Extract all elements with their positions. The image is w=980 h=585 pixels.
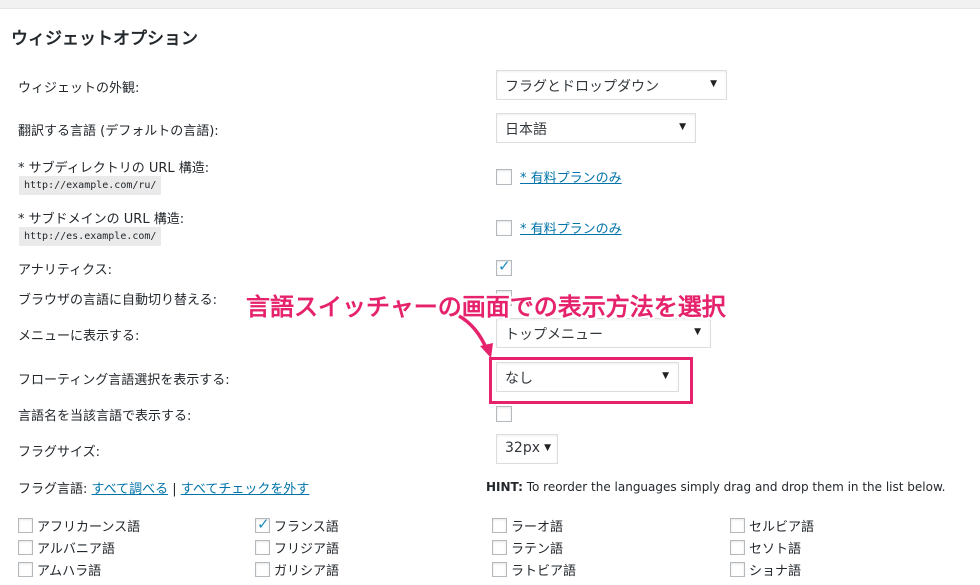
show-in-menu-select[interactable]: トップメニュー ▼: [496, 318, 711, 348]
subdirectory-example: http://example.com/ru/: [19, 176, 162, 195]
language-item[interactable]: ラテン語: [492, 538, 563, 557]
language-name: ラーオ語: [511, 520, 564, 535]
chevron-down-icon: ▼: [544, 443, 551, 453]
language-item[interactable]: アフリカーンス語: [18, 516, 140, 535]
language-item[interactable]: ✓ フランス語: [255, 515, 339, 535]
paid-plan-link-subdomain[interactable]: * 有料プランのみ: [520, 218, 622, 237]
top-bar: [0, 0, 980, 9]
language-checkbox[interactable]: [492, 562, 507, 577]
show-in-menu-select-value: トップメニュー: [505, 327, 603, 343]
subdomain-checkbox[interactable]: [496, 220, 512, 236]
language-name: ラテン語: [511, 542, 564, 557]
flag-languages-label: フラグ言語:: [18, 482, 88, 497]
chevron-down-icon: ▼: [694, 327, 701, 337]
appearance-select-value: フラグとドロップダウン: [505, 79, 659, 95]
checkmark-icon: ✓: [498, 257, 511, 275]
default-language-select[interactable]: 日本語 ▼: [496, 113, 696, 143]
language-name: ショナ語: [749, 564, 802, 579]
language-item[interactable]: セルビア語: [730, 516, 814, 535]
subdomain-label: * サブドメインの URL 構造:: [18, 212, 185, 227]
flag-size-select-value: 32px: [505, 440, 540, 456]
link-separator: |: [172, 482, 177, 497]
auto-switch-label: ブラウザの言語に自動切り替える:: [18, 293, 217, 308]
language-item[interactable]: アムハラ語: [18, 560, 101, 579]
language-name: アムハラ語: [37, 564, 102, 579]
subdirectory-label: * サブディレクトリの URL 構造:: [18, 161, 210, 176]
appearance-label: ウィジェットの外観:: [18, 81, 140, 96]
flag-size-select[interactable]: 32px ▼: [496, 434, 558, 464]
chevron-down-icon: ▼: [679, 122, 686, 132]
language-item[interactable]: フリジア語: [255, 538, 339, 557]
language-checkbox[interactable]: [492, 518, 507, 533]
language-checkbox[interactable]: [18, 518, 33, 533]
section-title: ウィジェットオプション: [11, 29, 198, 49]
show-in-menu-label: メニューに表示する:: [18, 329, 140, 344]
language-checkbox[interactable]: [492, 540, 507, 555]
native-names-checkbox[interactable]: [496, 406, 512, 422]
language-item[interactable]: ガリシア語: [255, 560, 339, 579]
language-item[interactable]: ショナ語: [730, 560, 801, 579]
hint-message: To reorder the languages simply drag and…: [522, 480, 946, 494]
flag-languages-row: フラグ言語: すべて調べる | すべてチェックを外す: [18, 478, 309, 497]
hint-text: HINT: To reorder the languages simply dr…: [486, 480, 946, 494]
language-name: フランス語: [274, 520, 339, 535]
annotation-arrow-icon: [458, 314, 493, 358]
language-name: アフリカーンス語: [37, 520, 141, 535]
language-name: フリジア語: [274, 542, 340, 557]
floating-label: フローティング言語選択を表示する:: [18, 373, 230, 388]
uncheck-all-link[interactable]: すべてチェックを外す: [181, 482, 310, 497]
annotation-highlight-box: [489, 357, 693, 404]
language-name: セソト語: [749, 542, 802, 557]
language-checkbox[interactable]: [730, 562, 745, 577]
language-checkbox[interactable]: [18, 562, 33, 577]
checkmark-icon: ✓: [257, 515, 270, 533]
language-name: セルビア語: [749, 520, 815, 535]
language-name: ラトビア語: [511, 564, 577, 579]
native-names-label: 言語名を当該言語で表示する:: [18, 409, 192, 424]
language-item[interactable]: アルバニア語: [18, 538, 115, 557]
flag-size-label: フラグサイズ:: [18, 445, 100, 460]
hint-label: HINT:: [486, 480, 523, 494]
language-name: アルバニア語: [37, 542, 115, 557]
language-checkbox[interactable]: [255, 562, 270, 577]
language-checkbox[interactable]: [730, 518, 745, 533]
language-item[interactable]: ラーオ語: [492, 516, 563, 535]
language-checkbox[interactable]: [255, 540, 270, 555]
analytics-label: アナリティクス:: [18, 263, 112, 278]
language-checkbox[interactable]: [730, 540, 745, 555]
language-checkbox[interactable]: ✓: [255, 515, 270, 533]
default-language-select-value: 日本語: [505, 122, 547, 138]
paid-plan-link-subdirectory[interactable]: * 有料プランのみ: [520, 167, 622, 186]
check-all-link[interactable]: すべて調べる: [92, 482, 169, 497]
language-item[interactable]: セソト語: [730, 538, 801, 557]
appearance-select[interactable]: フラグとドロップダウン ▼: [496, 70, 727, 100]
analytics-checkbox[interactable]: ✓: [496, 257, 512, 276]
language-name: ガリシア語: [274, 564, 340, 579]
subdomain-example: http://es.example.com/: [19, 227, 162, 246]
chevron-down-icon: ▼: [710, 79, 717, 89]
language-item[interactable]: ラトビア語: [492, 560, 576, 579]
default-language-label: 翻訳する言語 (デフォルトの言語):: [18, 124, 219, 139]
subdirectory-checkbox[interactable]: [496, 169, 512, 185]
language-checkbox[interactable]: [18, 540, 33, 555]
